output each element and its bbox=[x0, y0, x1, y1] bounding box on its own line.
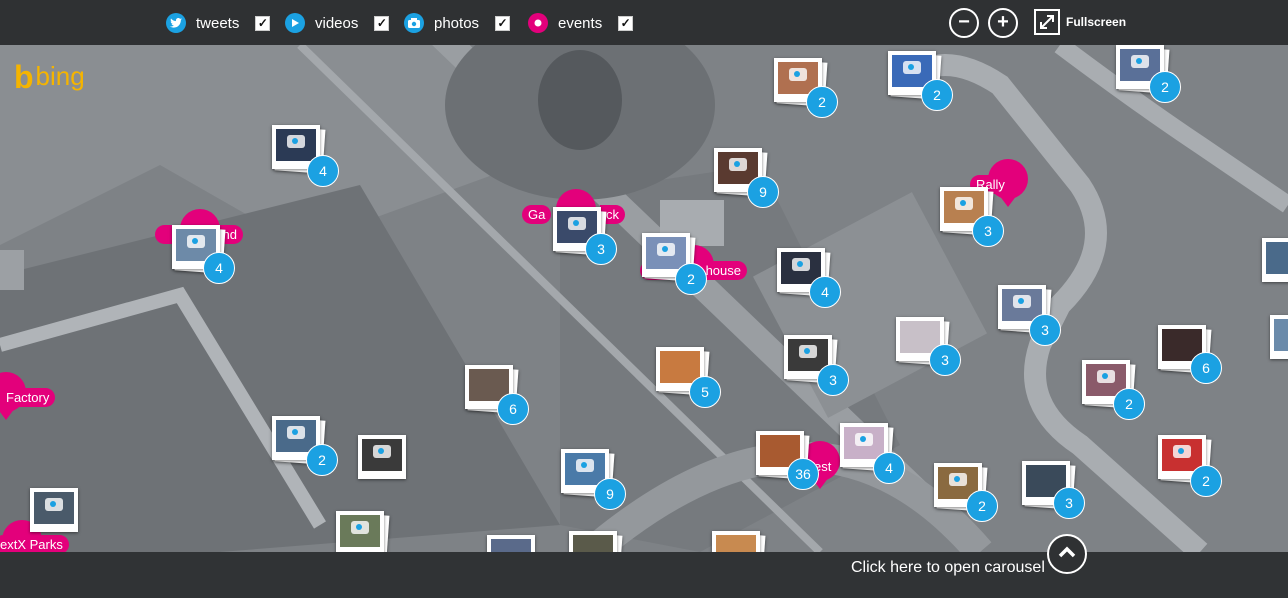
aerial-background bbox=[0, 45, 1288, 552]
photo-count-badge[interactable]: 2 bbox=[1113, 388, 1145, 420]
camera-icon bbox=[903, 61, 921, 74]
map-canvas[interactable]: b bing Rally Factory extX Parks Ga ck nd… bbox=[0, 45, 1288, 552]
photo-count-badge[interactable]: 36 bbox=[787, 458, 819, 490]
photo-count-badge[interactable]: 2 bbox=[675, 263, 707, 295]
chevron-up-icon bbox=[1058, 546, 1076, 558]
zoom-out-button[interactable]: − bbox=[949, 8, 979, 38]
camera-icon bbox=[373, 445, 391, 458]
camera-icon bbox=[955, 197, 973, 210]
photo-count-badge[interactable]: 3 bbox=[929, 344, 961, 376]
photo-count-badge[interactable]: 2 bbox=[966, 490, 998, 522]
camera-icon bbox=[568, 217, 586, 230]
videos-checkbox[interactable]: ✓ bbox=[374, 15, 390, 31]
bing-logo: b bing bbox=[14, 58, 85, 95]
photo-count-badge[interactable]: 2 bbox=[306, 444, 338, 476]
top-toolbar: tweets ✓ videos ✓ photos ✓ events ✓ − + … bbox=[0, 0, 1288, 45]
photo-cluster[interactable] bbox=[1262, 238, 1288, 288]
photo-count-badge[interactable]: 4 bbox=[873, 452, 905, 484]
filter-label: events bbox=[558, 14, 603, 32]
filter-label: tweets bbox=[196, 14, 240, 32]
event-dot-icon bbox=[528, 13, 548, 33]
photo-cluster[interactable] bbox=[712, 531, 766, 552]
camera-icon bbox=[1173, 445, 1191, 458]
photo-count-badge[interactable]: 5 bbox=[689, 376, 721, 408]
photo-count-badge[interactable]: 3 bbox=[1053, 487, 1085, 519]
bing-b-icon: b bbox=[14, 58, 34, 95]
photo-count-badge[interactable]: 9 bbox=[594, 478, 626, 510]
camera-icon bbox=[789, 68, 807, 81]
photo-count-badge[interactable]: 9 bbox=[747, 176, 779, 208]
filter-photos[interactable]: photos ✓ bbox=[404, 12, 511, 34]
tweets-checkbox[interactable]: ✓ bbox=[255, 15, 271, 31]
photo-count-badge[interactable]: 2 bbox=[1149, 71, 1181, 103]
photo-count-badge[interactable]: 4 bbox=[307, 155, 339, 187]
camera-icon bbox=[729, 158, 747, 171]
camera-icon bbox=[792, 258, 810, 271]
photo-count-badge[interactable]: 4 bbox=[203, 252, 235, 284]
camera-icon bbox=[855, 433, 873, 446]
event-label-ga[interactable]: Ga bbox=[522, 205, 552, 224]
fullscreen-label: Fullscreen bbox=[1066, 15, 1127, 29]
camera-icon bbox=[351, 521, 369, 534]
camera-icon bbox=[576, 459, 594, 472]
expand-icon bbox=[1034, 9, 1060, 35]
photo-count-badge[interactable]: 2 bbox=[1190, 465, 1222, 497]
filter-label: photos bbox=[434, 14, 480, 32]
photo-cluster[interactable] bbox=[1270, 315, 1288, 365]
photo-count-badge[interactable]: 6 bbox=[1190, 352, 1222, 384]
camera-icon bbox=[949, 473, 967, 486]
carousel-open-button[interactable] bbox=[1047, 534, 1087, 574]
carousel-label[interactable]: Click here to open carousel bbox=[851, 559, 1045, 577]
camera-icon bbox=[45, 498, 63, 511]
camera-icon bbox=[287, 426, 305, 439]
event-label-factory[interactable]: Factory bbox=[0, 388, 56, 407]
camera-icon bbox=[1131, 55, 1149, 68]
zoom-in-button[interactable]: + bbox=[988, 8, 1018, 38]
photo-count-badge[interactable]: 2 bbox=[921, 79, 953, 111]
filter-label: videos bbox=[315, 14, 359, 32]
camera-icon bbox=[1013, 295, 1031, 308]
photo-count-badge[interactable]: 4 bbox=[809, 276, 841, 308]
photo-cluster[interactable] bbox=[30, 488, 84, 538]
photo-count-badge[interactable]: 6 bbox=[497, 393, 529, 425]
video-cluster[interactable] bbox=[487, 535, 541, 552]
filter-events[interactable]: events ✓ bbox=[528, 12, 634, 34]
photo-count-badge[interactable]: 3 bbox=[817, 364, 849, 396]
camera-icon bbox=[404, 13, 424, 33]
events-checkbox[interactable]: ✓ bbox=[618, 15, 634, 31]
photos-checkbox[interactable]: ✓ bbox=[495, 15, 511, 31]
twitter-icon bbox=[166, 13, 186, 33]
camera-icon bbox=[657, 243, 675, 256]
fullscreen-button[interactable]: Fullscreen bbox=[1034, 9, 1126, 35]
camera-icon bbox=[799, 345, 817, 358]
carousel-bar[interactable]: Click here to open carousel bbox=[0, 534, 1288, 598]
photo-count-badge[interactable]: 3 bbox=[585, 233, 617, 265]
photo-count-badge[interactable]: 3 bbox=[1029, 314, 1061, 346]
photo-cluster[interactable] bbox=[336, 511, 390, 552]
camera-icon bbox=[287, 135, 305, 148]
play-icon bbox=[285, 13, 305, 33]
photo-cluster[interactable] bbox=[569, 531, 623, 552]
photo-count-badge[interactable]: 3 bbox=[972, 215, 1004, 247]
filter-tweets[interactable]: tweets ✓ bbox=[166, 12, 271, 34]
filter-videos[interactable]: videos ✓ bbox=[285, 12, 390, 34]
photo-count-badge[interactable]: 2 bbox=[806, 86, 838, 118]
camera-icon bbox=[1097, 370, 1115, 383]
photo-single[interactable] bbox=[358, 435, 412, 485]
camera-icon bbox=[187, 235, 205, 248]
